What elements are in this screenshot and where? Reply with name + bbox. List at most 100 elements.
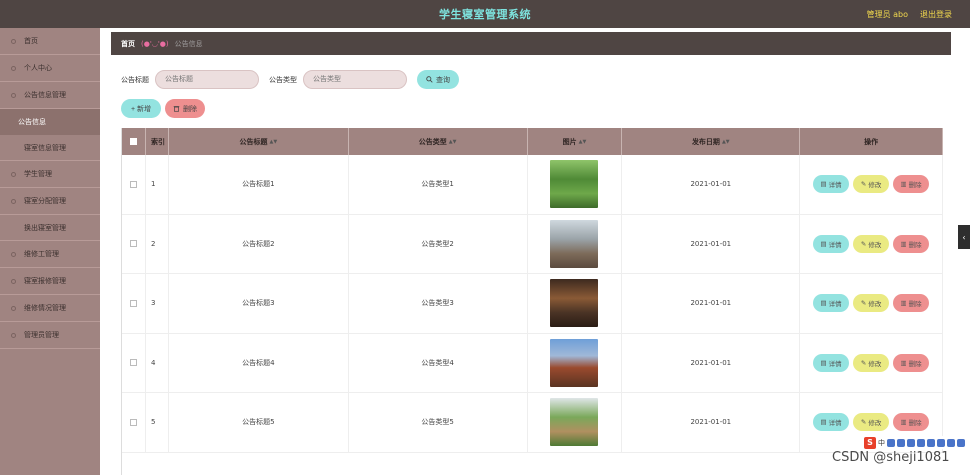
- row-title: 公告标题5: [169, 393, 349, 452]
- row-checkbox[interactable]: [129, 240, 137, 248]
- sidebar-item-label: 维修工管理: [24, 250, 59, 258]
- query-button[interactable]: 查询: [417, 70, 459, 89]
- row-image-cell: [528, 274, 623, 333]
- column-index: 索引: [146, 128, 169, 155]
- edit-label: 修改: [868, 181, 882, 190]
- edit-button[interactable]: ✎ 修改: [853, 294, 890, 313]
- circle-icon: [11, 332, 16, 338]
- row-select-cell: [122, 214, 146, 273]
- edit-label: 修改: [868, 300, 882, 309]
- edit-button[interactable]: ✎ 修改: [853, 234, 890, 253]
- row-index: 4: [146, 333, 169, 392]
- row-checkbox[interactable]: [129, 180, 137, 188]
- sidebar-item-admins[interactable]: 管理员管理: [0, 322, 100, 349]
- ime-toolbar: S 中: [864, 436, 965, 449]
- row-actions: ▤ 详情 ✎ 修改 ▥ 删除: [800, 333, 943, 392]
- batch-delete-button[interactable]: 删除: [165, 99, 205, 118]
- detail-label: 详情: [828, 181, 842, 190]
- app-title: 学生寝室管理系统: [439, 8, 531, 21]
- sidebar-item-dorm-info[interactable]: 寝室信息管理: [0, 135, 100, 161]
- table-row: 3 公告标题3 公告类型3 2021-01-01 ▤ 详情 ✎ 修改 ▥ 删除: [122, 274, 943, 334]
- notice-image[interactable]: [550, 160, 599, 209]
- select-all-checkbox[interactable]: [129, 138, 137, 145]
- sogou-icon: S: [864, 436, 876, 449]
- logout-link[interactable]: 退出登录: [920, 9, 952, 20]
- file-icon: ▤: [820, 358, 827, 367]
- detail-label: 详情: [828, 240, 842, 249]
- row-select-cell: [122, 333, 146, 392]
- sidebar-item-dorm-swap[interactable]: 换出寝室管理: [0, 215, 100, 241]
- detail-button[interactable]: ▤ 详情: [813, 294, 850, 313]
- table-row: 2 公告标题2 公告类型2 2021-01-01 ▤ 详情 ✎ 修改 ▥ 删除: [122, 214, 943, 274]
- sidebar-item-repair-requests[interactable]: 寝室报修管理: [0, 268, 100, 295]
- column-title[interactable]: 公告标题 ▲▼: [169, 128, 349, 155]
- column-type[interactable]: 公告类型 ▲▼: [349, 128, 528, 155]
- breadcrumb: 首页 (●'◡'●) 公告信息: [111, 32, 951, 55]
- sort-icon: ▲▼: [448, 138, 457, 145]
- delete-button[interactable]: ▥ 删除: [893, 175, 930, 194]
- table-body: 1 公告标题1 公告类型1 2021-01-01 ▤ 详情 ✎ 修改 ▥ 删除 2 公…: [122, 155, 943, 453]
- add-button[interactable]: + 新增: [121, 99, 161, 118]
- sidebar-item-notice-mgmt[interactable]: 公告信息管理: [0, 82, 100, 109]
- toolbar: + 新增 删除: [121, 99, 205, 118]
- detail-button[interactable]: ▤ 详情: [813, 353, 850, 372]
- notice-image[interactable]: [550, 279, 599, 328]
- delete-button[interactable]: ▥ 删除: [893, 353, 930, 372]
- sidebar-item-home[interactable]: 首页: [0, 28, 100, 55]
- sidebar-item-label: 个人中心: [24, 64, 52, 72]
- sidebar-item-repairmen[interactable]: 维修工管理: [0, 241, 100, 268]
- column-type-label: 公告类型: [418, 137, 447, 146]
- column-image[interactable]: 图片 ▲▼: [528, 128, 623, 155]
- row-checkbox[interactable]: [129, 418, 137, 426]
- row-type: 公告类型4: [349, 333, 528, 392]
- sidebar-item-repair-status[interactable]: 维修情况管理: [0, 295, 100, 322]
- circle-icon: [11, 38, 16, 44]
- sidebar-subitem-notice[interactable]: 公告信息: [0, 109, 100, 135]
- table-row: 1 公告标题1 公告类型1 2021-01-01 ▤ 详情 ✎ 修改 ▥ 删除: [122, 155, 943, 215]
- notice-image[interactable]: [550, 338, 599, 387]
- edit-button[interactable]: ✎ 修改: [853, 175, 890, 194]
- trash-icon: ▥: [900, 418, 907, 427]
- sidebar-item-label: 公告信息管理: [24, 91, 66, 99]
- row-title: 公告标题3: [169, 274, 349, 333]
- sidebar-item-label: 管理员管理: [24, 331, 59, 339]
- notice-image[interactable]: [550, 219, 599, 268]
- edit-label: 修改: [868, 240, 882, 249]
- notice-image[interactable]: [550, 398, 599, 447]
- search-form: 公告标题 公告类型 查询: [121, 70, 459, 89]
- circle-icon: [11, 171, 16, 177]
- edit-button[interactable]: ✎ 修改: [853, 413, 890, 432]
- delete-label: 删除: [908, 181, 922, 190]
- sidebar-item-label: 学生管理: [24, 170, 52, 178]
- detail-button[interactable]: ▤ 详情: [813, 175, 850, 194]
- delete-label: 删除: [908, 419, 922, 428]
- type-filter-input[interactable]: [303, 70, 407, 89]
- sidebar-item-label: 维修情况管理: [24, 304, 66, 312]
- detail-button[interactable]: ▤ 详情: [813, 413, 850, 432]
- delete-button[interactable]: ▥ 删除: [893, 413, 930, 432]
- column-date[interactable]: 发布日期 ▲▼: [622, 128, 801, 155]
- sidebar-item-dorm-assign[interactable]: 寝室分配管理: [0, 188, 100, 215]
- row-checkbox[interactable]: [129, 299, 137, 307]
- detail-button[interactable]: ▤ 详情: [813, 234, 850, 253]
- breadcrumb-home[interactable]: 首页: [121, 39, 135, 49]
- row-checkbox[interactable]: [129, 359, 137, 367]
- sort-icon: ▲▼: [721, 138, 730, 145]
- collapse-tab[interactable]: ‹: [958, 225, 970, 249]
- row-image-cell: [528, 333, 623, 392]
- title-filter-input[interactable]: [155, 70, 259, 89]
- row-index: 3: [146, 274, 169, 333]
- breadcrumb-current: 公告信息: [174, 39, 203, 48]
- edit-button[interactable]: ✎ 修改: [853, 353, 890, 372]
- row-index: 2: [146, 214, 169, 273]
- table-row: 5 公告标题5 公告类型5 2021-01-01 ▤ 详情 ✎ 修改 ▥ 删除: [122, 393, 943, 453]
- delete-button[interactable]: ▥ 删除: [893, 234, 930, 253]
- notice-table: 索引 公告标题 ▲▼ 公告类型 ▲▼ 图片 ▲▼ 发布日期 ▲▼ 操作 1 公告标题1 …: [121, 128, 943, 475]
- circle-icon: [11, 305, 16, 311]
- delete-button[interactable]: ▥ 删除: [893, 294, 930, 313]
- ime-mode-text: 中: [878, 438, 885, 447]
- query-button-label: 查询: [436, 76, 450, 84]
- row-actions: ▤ 详情 ✎ 修改 ▥ 删除: [800, 155, 943, 214]
- sidebar-item-students[interactable]: 学生管理: [0, 161, 100, 188]
- sidebar-item-profile[interactable]: 个人中心: [0, 55, 100, 82]
